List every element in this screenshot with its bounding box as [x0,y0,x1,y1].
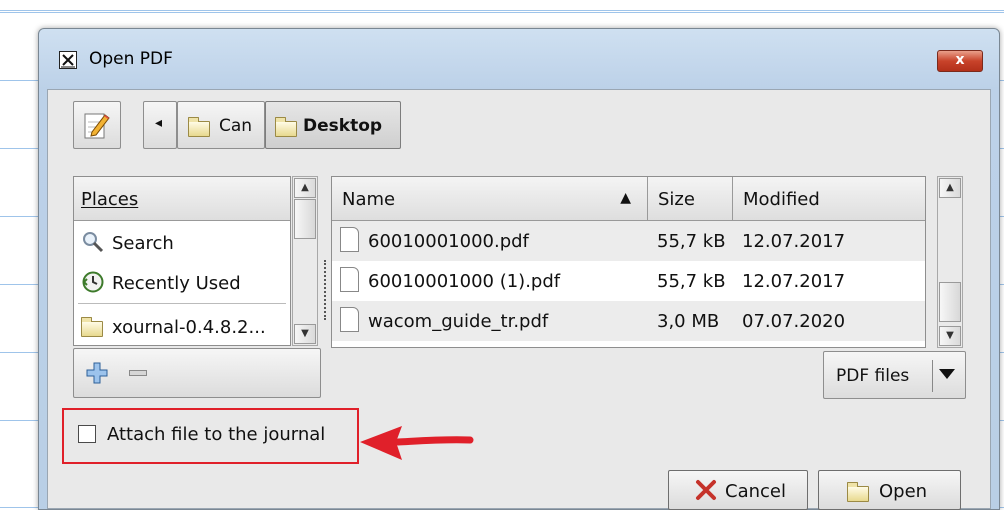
places-header[interactable]: Places [74,177,290,221]
close-icon: x [955,52,965,68]
breadcrumb-label: Desktop [303,116,383,136]
edit-location-icon [84,113,110,139]
add-bookmark-icon[interactable] [86,362,108,384]
file-row[interactable]: wacom_guide_tr.pdf 3,0 MB 07.07.2020 [332,301,925,341]
recent-icon [82,271,104,293]
dialog-title: Open PDF [89,49,173,69]
folder-icon [275,117,297,137]
pdf-file-icon [340,227,359,252]
breadcrumb-can[interactable]: Can [177,101,265,149]
cancel-button-label: Cancel [725,481,786,502]
file-modified: 07.07.2020 [742,311,846,332]
titlebar[interactable]: Open PDF x [39,29,999,89]
open-button[interactable]: Open [818,470,961,510]
breadcrumb-desktop[interactable]: Desktop [265,101,401,149]
file-size: 55,7 kB [657,271,726,292]
breadcrumb-back-button[interactable]: ◂ [143,101,177,149]
places-item-label: Search [112,233,174,254]
file-row[interactable]: 60010001000.pdf 55,7 kB 12.07.2017 [332,221,925,261]
filter-selected-label: PDF files [836,366,910,386]
column-header-label: Modified [743,189,820,210]
search-icon [83,232,104,253]
scroll-thumb[interactable] [939,282,961,322]
app-icon [59,51,77,69]
page-ruling [0,0,1004,11]
pdf-file-icon [340,267,359,292]
scroll-up-button[interactable]: ▲ [294,178,316,198]
file-name: 60010001000 (1).pdf [368,271,561,292]
scroll-thumb[interactable] [294,199,316,239]
pdf-file-icon [340,307,359,332]
bookmark-toolbar [73,348,321,398]
attach-file-label[interactable]: Attach file to the journal [107,424,325,445]
column-header-label: Name [342,189,396,210]
chevron-down-icon [939,369,955,379]
file-row[interactable]: 60010001000 (1).pdf 55,7 kB 12.07.2017 [332,261,925,301]
breadcrumb-label: Can [219,116,253,136]
cancel-button[interactable]: Cancel [668,470,808,510]
close-button[interactable]: x [937,50,983,72]
pane-resize-handle[interactable] [324,260,329,320]
annotation-arrow-icon [360,426,474,460]
cancel-icon [696,480,716,500]
places-panel: Places Search Recently Used xournal-0.4.… [73,176,291,346]
sort-ascending-icon: ▲ [620,190,631,206]
scroll-down-button[interactable]: ▼ [294,324,316,344]
remove-bookmark-icon[interactable] [129,370,147,376]
file-name: 60010001000.pdf [368,231,529,252]
type-location-button[interactable] [73,101,121,149]
places-item-recently-used[interactable]: Recently Used [74,263,290,303]
open-button-label: Open [879,481,928,502]
file-type-filter-select[interactable]: PDF files [823,351,966,399]
file-size: 55,7 kB [657,231,726,252]
filter-separator [932,360,933,392]
column-header-size[interactable]: Size [648,177,733,221]
column-header-modified[interactable]: Modified [733,177,925,221]
places-item-search[interactable]: Search [74,223,290,263]
file-size: 3,0 MB [657,311,720,332]
scroll-down-button[interactable]: ▼ [939,326,961,346]
file-name: wacom_guide_tr.pdf [368,311,549,332]
attach-file-checkbox[interactable] [78,425,96,443]
back-arrow-icon: ◂ [155,115,163,131]
file-list: Name ▲ Size Modified 60010001000.pdf 55,… [331,176,926,348]
file-modified: 12.07.2017 [742,231,846,252]
column-header-label: Size [658,189,695,210]
places-scrollbar[interactable]: ▲ ▼ [292,176,318,346]
places-item-label: Recently Used [112,273,241,294]
folder-icon [188,117,210,137]
places-separator [78,303,286,304]
file-list-scrollbar[interactable]: ▲ ▼ [937,176,963,348]
folder-icon [81,317,103,337]
places-header-label: Places [81,189,139,210]
column-header-name[interactable]: Name ▲ [332,177,648,221]
folder-icon [847,482,869,502]
scroll-up-button[interactable]: ▲ [939,178,961,198]
places-item-label: xournal-0.4.8.2... [112,317,266,338]
places-item-xournal[interactable]: xournal-0.4.8.2... [74,307,290,345]
file-modified: 12.07.2017 [742,271,846,292]
